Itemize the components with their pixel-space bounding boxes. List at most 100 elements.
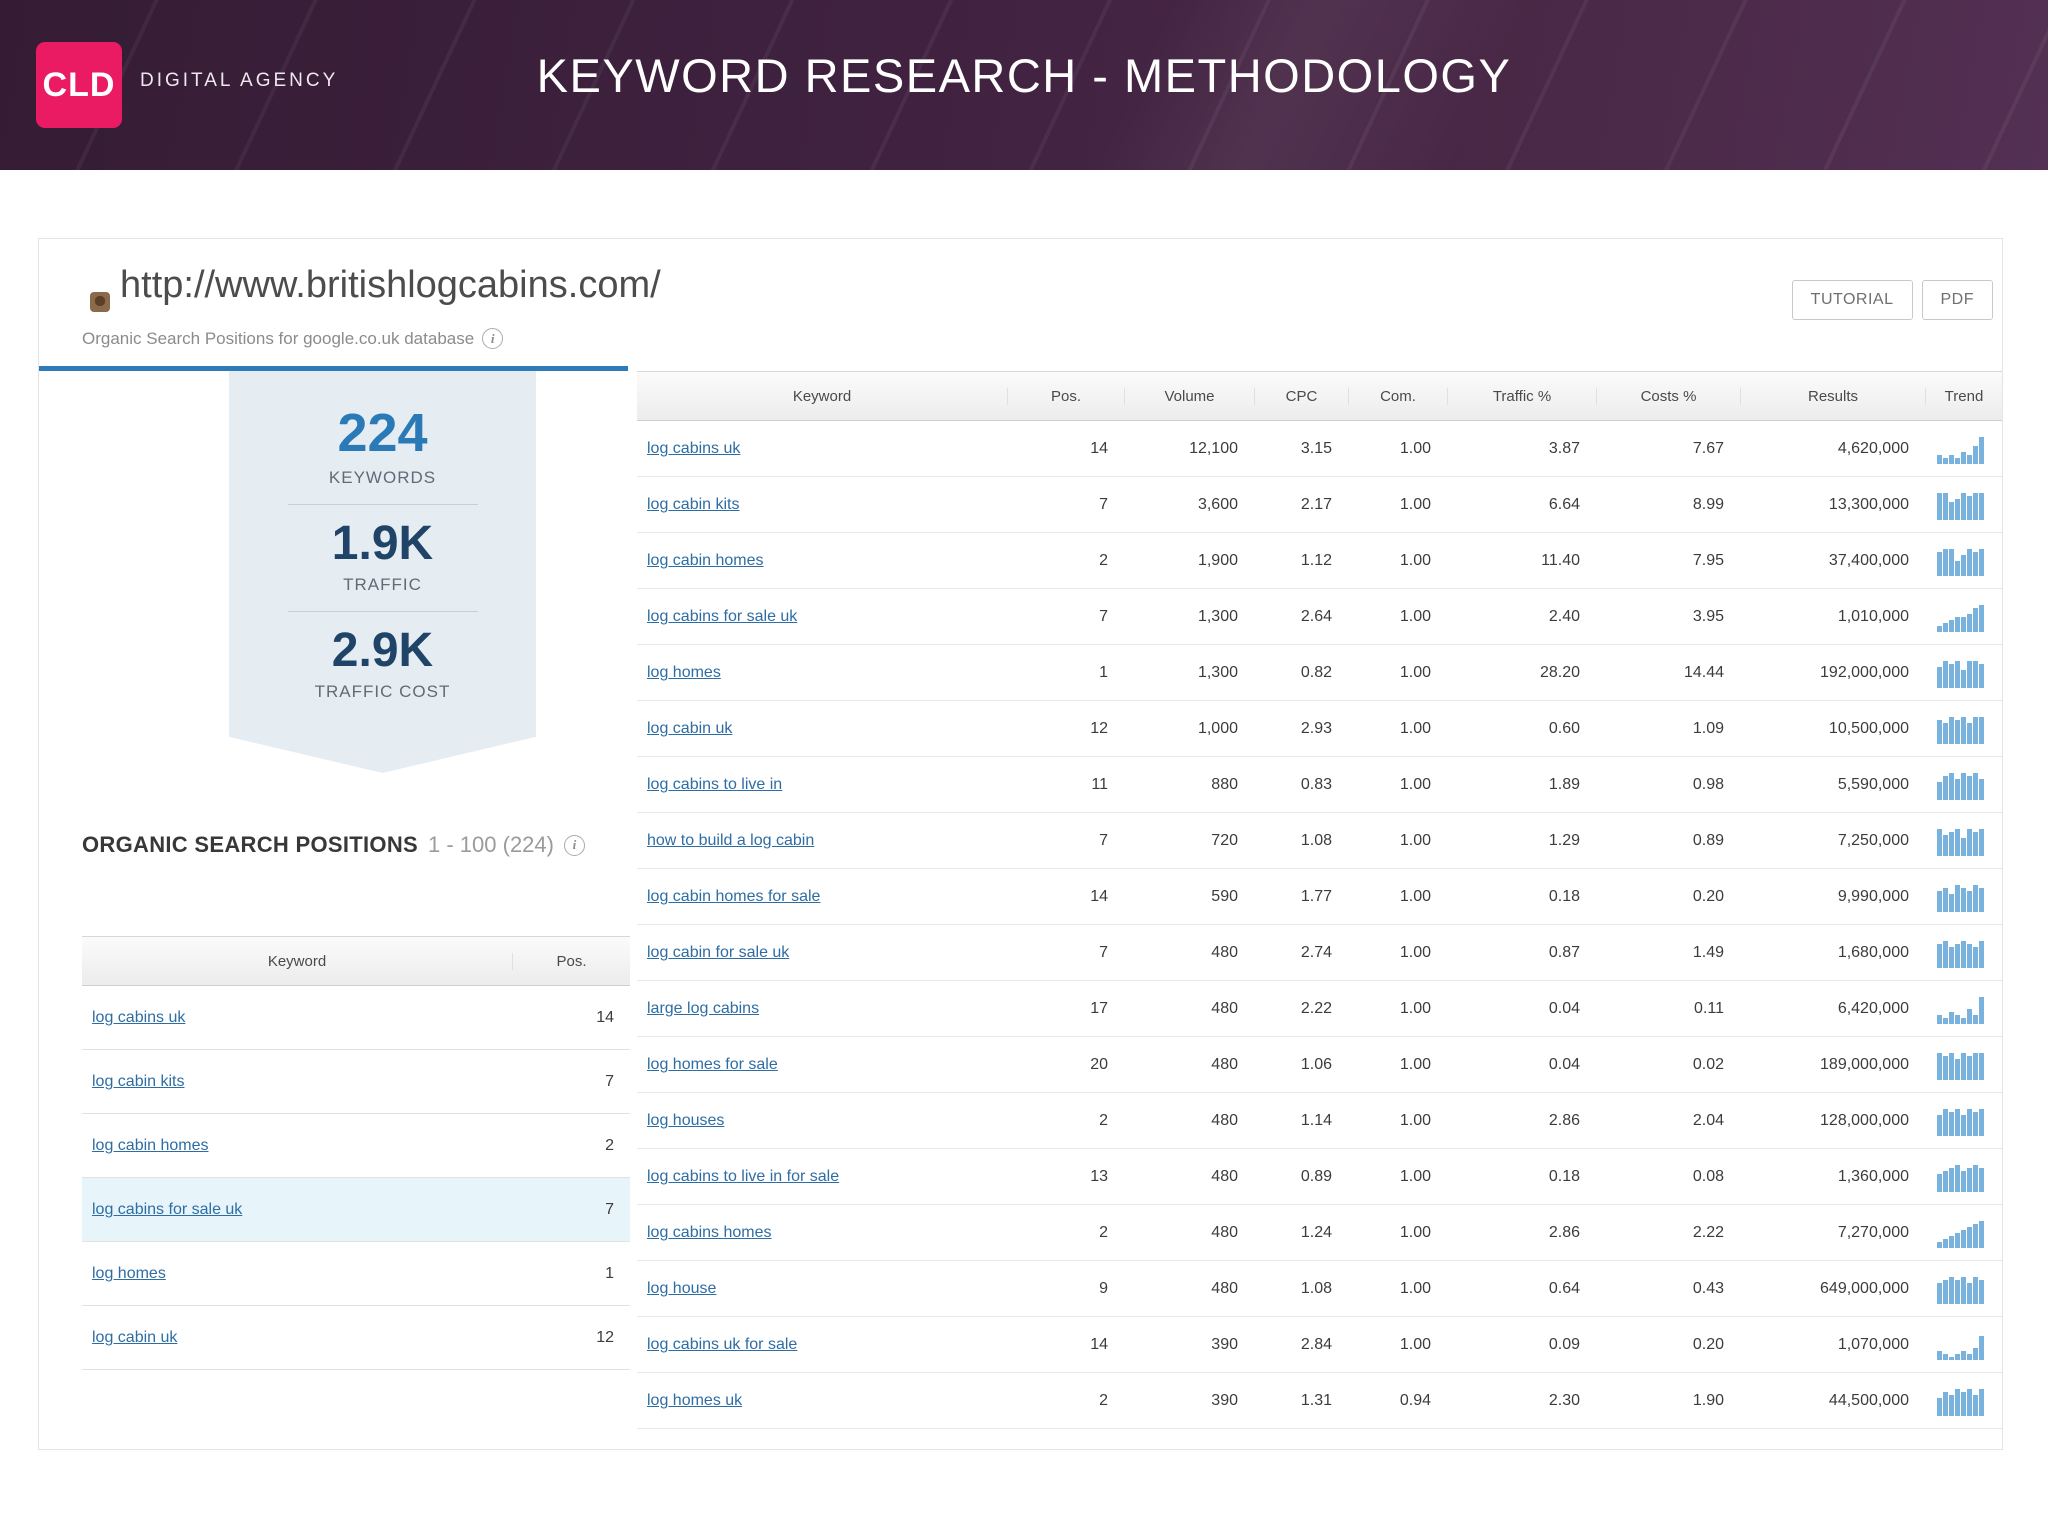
com-cell: 1.00 [1399,887,1431,905]
trend-cell [1925,925,2002,980]
header-cpc[interactable]: CPC [1254,387,1348,405]
main-table-header: Keyword Pos. Volume CPC Com. Traffic % C… [637,371,2002,421]
traffic-cell: 11.40 [1541,551,1580,569]
keyword-link[interactable]: log homes [647,664,721,682]
summary-badge: 224 KEYWORDS 1.9K TRAFFIC 2.9K TRAFFIC C… [229,371,536,773]
traffic-cell: 6.64 [1548,495,1580,513]
pos-cell: 13 [1090,1167,1108,1185]
volume-cell: 590 [1211,887,1238,905]
costs-cell: 7.67 [1692,439,1724,457]
volume-cell: 1,900 [1197,551,1238,569]
header-trend[interactable]: Trend [1925,387,2002,405]
keyword-link[interactable]: log houses [647,1112,724,1130]
header-results[interactable]: Results [1740,387,1925,405]
keyword-link[interactable]: log cabin for sale uk [647,944,789,962]
agency-logo-caption: DIGITAL AGENCY [140,70,339,91]
header-keyword[interactable]: Keyword [637,388,1007,405]
cpc-cell: 1.31 [1300,1391,1332,1409]
keyword-cell: log homes [637,645,1007,700]
header-costs[interactable]: Costs % [1596,387,1740,405]
keyword-link[interactable]: log cabin homes [92,1137,209,1155]
mini-header-pos[interactable]: Pos. [512,952,630,970]
costs-cell: 7.95 [1692,551,1724,569]
keyword-link[interactable]: log cabins for sale uk [92,1201,242,1219]
slide-page: CLD DIGITAL AGENCY KEYWORD RESEARCH - ME… [0,0,2048,1536]
traffic-cell: 3.87 [1548,439,1580,457]
trend-cell [1925,477,2002,532]
results-cell: 1,010,000 [1837,607,1909,625]
tutorial-button[interactable]: TUTORIAL [1791,280,1913,320]
results-cell: 7,250,000 [1837,831,1909,849]
keyword-link[interactable]: log cabins homes [647,1224,772,1242]
trend-sparkline-icon [1937,770,1990,800]
keyword-cell: log cabins to live in [637,757,1007,812]
keyword-link[interactable]: log cabins to live in for sale [647,1168,839,1186]
section-range: 1 - 100 (224) [428,832,554,857]
trend-cell [1925,1373,2002,1428]
keyword-link[interactable]: log cabin homes [647,552,764,570]
cpc-cell: 2.93 [1300,719,1332,737]
header-pos[interactable]: Pos. [1007,387,1124,405]
pos-cell: 14 [1090,1335,1108,1353]
divider [287,611,478,613]
mini-table-row: log homes 1 [82,1242,630,1306]
cpc-cell: 1.77 [1300,887,1332,905]
keyword-cell: log cabins uk [637,421,1007,476]
trend-cell [1925,645,2002,700]
keyword-link[interactable]: log cabins uk [647,440,740,458]
header-com[interactable]: Com. [1348,387,1447,405]
keyword-link[interactable]: log homes for sale [647,1056,778,1074]
trend-sparkline-icon [1937,602,1990,632]
cpc-cell: 2.22 [1300,999,1332,1017]
header-traffic[interactable]: Traffic % [1447,387,1596,405]
traffic-cell: 0.60 [1548,719,1580,737]
keyword-link[interactable]: log cabins uk [92,1009,185,1027]
com-cell: 1.00 [1399,943,1431,961]
com-cell: 1.00 [1399,1055,1431,1073]
database-info-icon[interactable]: i [482,328,504,349]
trend-sparkline-icon [1937,714,1990,744]
keyword-cell: log cabins homes [637,1205,1007,1260]
volume-cell: 1,300 [1197,663,1238,681]
keyword-link[interactable]: log cabin homes for sale [647,888,820,906]
mini-table-row: log cabins for sale uk 7 [82,1178,630,1242]
section-heading: ORGANIC SEARCH POSITIONS [82,832,419,857]
com-cell: 1.00 [1399,607,1431,625]
traffic-cost-label: TRAFFIC COST [314,682,451,702]
pos-cell: 1 [1099,663,1108,681]
keyword-link[interactable]: log cabin uk [92,1329,177,1347]
cpc-cell: 2.74 [1300,943,1332,961]
report-subtitle-row: Organic Search Positions for google.co.u… [82,328,504,349]
table-row: large log cabins 17 480 2.22 1.00 0.04 0… [637,981,2002,1037]
table-row: log cabins uk for sale 14 390 2.84 1.00 … [637,1317,2002,1373]
site-favicon-icon [90,292,110,312]
keyword-link[interactable]: log house [647,1280,716,1298]
keyword-link[interactable]: log homes [92,1265,166,1283]
keyword-link[interactable]: log cabins to live in [647,776,782,794]
trend-sparkline-icon [1937,1386,1990,1416]
costs-cell: 0.89 [1692,831,1724,849]
report-actions: TUTORIAL PDF [1791,280,1993,320]
mini-table-row: log cabins uk 14 [82,986,630,1050]
results-cell: 6,420,000 [1837,999,1909,1017]
keyword-link[interactable]: large log cabins [647,1000,759,1018]
active-tab-underline [39,366,628,371]
keyword-link[interactable]: log cabin uk [647,720,732,738]
positions-mini-table: Keyword Pos. log cabins uk 14 log cabin … [82,936,630,1370]
pos-cell: 14 [1090,887,1108,905]
cpc-cell: 2.84 [1300,1335,1332,1353]
keyword-link[interactable]: log cabin kits [647,496,740,514]
section-info-icon[interactable]: i [563,834,585,856]
results-cell: 1,360,000 [1837,1167,1909,1185]
pdf-button[interactable]: PDF [1921,280,1993,320]
traffic-value: 1.9K [331,516,434,570]
mini-header-keyword[interactable]: Keyword [82,953,512,970]
keyword-link[interactable]: log cabins uk for sale [647,1336,797,1354]
keyword-link[interactable]: log cabin kits [92,1073,185,1091]
keyword-link[interactable]: log cabins for sale uk [647,608,797,626]
pos-cell: 2 [1099,1111,1108,1129]
trend-cell [1925,1093,2002,1148]
header-volume[interactable]: Volume [1124,387,1254,405]
keyword-link[interactable]: log homes uk [647,1392,742,1410]
keyword-link[interactable]: how to build a log cabin [647,832,814,850]
